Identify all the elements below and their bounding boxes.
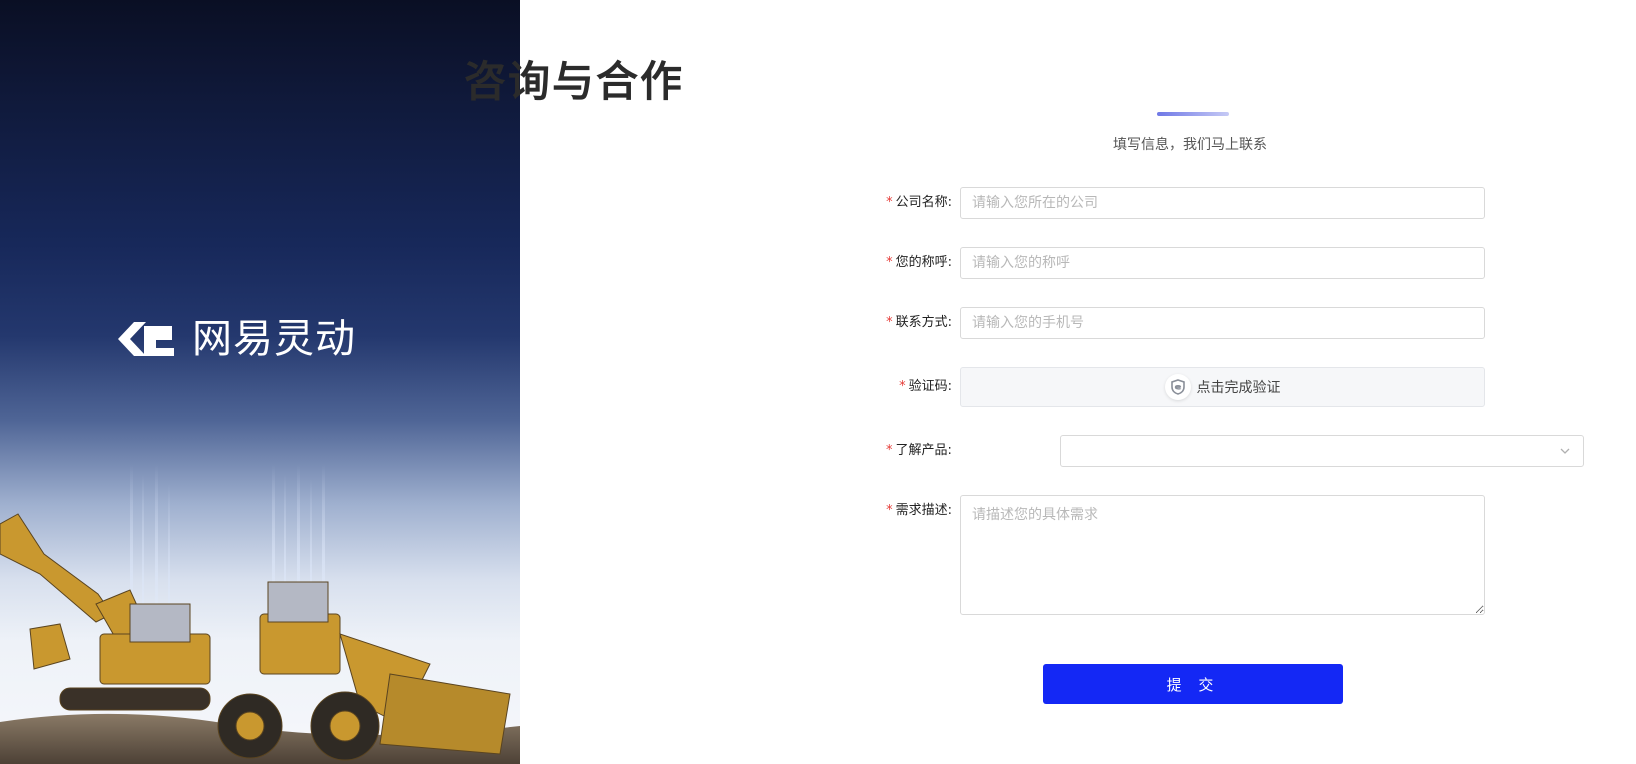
requirement-label-text: 需求描述: <box>895 503 952 518</box>
name-label: * 您的称呼: <box>860 247 960 279</box>
captcha-badge <box>1164 374 1191 400</box>
captcha-label-text: 验证码: <box>908 379 952 394</box>
netease-lingdong-logo-icon <box>118 322 174 356</box>
required-mark: * <box>886 503 893 518</box>
phone-input[interactable] <box>960 307 1485 339</box>
page-title: 咨询与合作 <box>463 57 684 106</box>
construction-machinery-illustration <box>0 464 520 764</box>
product-label-text: 了解产品: <box>895 443 952 458</box>
name-label-text: 您的称呼: <box>895 255 952 270</box>
chevron-down-icon <box>1560 448 1570 454</box>
contact-label: * 联系方式: <box>860 307 960 339</box>
title-underline <box>1157 112 1229 116</box>
page-subtitle: 填写信息，我们马上联系 <box>1113 137 1267 153</box>
required-mark: * <box>886 255 893 270</box>
wheel-loader <box>217 581 511 761</box>
requirement-textarea[interactable] <box>960 495 1485 615</box>
name-input[interactable] <box>960 247 1485 279</box>
company-input[interactable] <box>960 187 1485 219</box>
form-row-contact: * 联系方式: <box>860 307 1485 339</box>
submit-button[interactable]: 提 交 <box>1043 664 1343 704</box>
brand-name: 网易灵动 <box>192 316 356 362</box>
product-select[interactable] <box>1059 435 1584 467</box>
captcha-text: 点击完成验证 <box>1196 380 1281 396</box>
hero-panel: 网易灵动 <box>0 0 520 764</box>
required-mark: * <box>886 195 893 210</box>
product-label: * 了解产品: <box>860 435 960 467</box>
required-mark: * <box>899 379 906 394</box>
form-row-captcha: * 验证码: 点击完成验证 <box>860 367 1485 407</box>
company-label-text: 公司名称: <box>895 195 952 210</box>
brand-logo: 网易灵动 <box>116 318 356 360</box>
form-row-requirement: * 需求描述: <box>860 495 1485 615</box>
shield-check-icon <box>1170 379 1185 395</box>
form-row-company: * 公司名称: <box>860 187 1485 219</box>
contact-label-text: 联系方式: <box>895 315 952 330</box>
company-label: * 公司名称: <box>860 187 960 219</box>
form-row-name: * 您的称呼: <box>860 247 1485 279</box>
captcha-verify-button[interactable]: 点击完成验证 <box>960 367 1485 407</box>
required-mark: * <box>885 443 893 458</box>
page: 网易灵动 咨询与合作 填写信息，我们马上联系 * 公司名称: 请输入您所在的公司… <box>0 0 1636 764</box>
excavator <box>0 513 211 711</box>
required-mark: * <box>886 315 893 330</box>
requirement-label: * 需求描述: <box>860 495 960 527</box>
captcha-label: * 验证码: <box>860 367 960 407</box>
form-row-product: * 了解产品: <box>860 435 1584 467</box>
